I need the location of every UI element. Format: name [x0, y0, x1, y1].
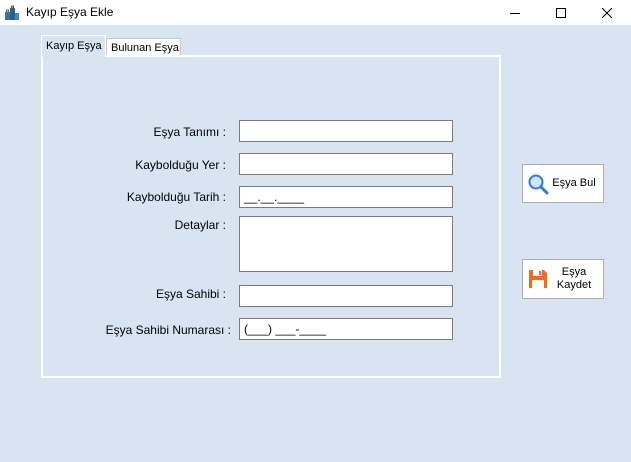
detaylar-textarea[interactable] [239, 216, 453, 272]
title-bar: Kayıp Eşya Ekle [0, 0, 631, 25]
kayboldugu-tarih-label: Kaybolduğu Tarih : [126, 190, 226, 204]
floppy-disk-icon [529, 270, 547, 288]
esya-kaydet-button[interactable]: Eşya Kaydet [522, 259, 604, 299]
close-icon [602, 7, 612, 18]
esya-bul-button[interactable]: Eşya Bul [522, 164, 604, 203]
kayboldugu-tarih-input[interactable] [239, 186, 453, 208]
esya-tanimi-label: Eşya Tanımı : [153, 125, 226, 139]
kayboldugu-yer-label: Kaybolduğu Yer : [135, 158, 226, 172]
esya-tanimi-input[interactable] [239, 120, 453, 142]
esya-bul-label: Eşya Bul [552, 177, 596, 189]
esya-sahibi-numarasi-label: Eşya Sahibi Numarası : [105, 323, 231, 337]
luggage-icon [5, 5, 19, 20]
magnifier-icon [528, 174, 549, 194]
minimize-button[interactable] [492, 0, 538, 25]
tab-bulunan-esya[interactable]: Bulunan Eşya [106, 38, 181, 56]
esya-sahibi-numarasi-input[interactable] [239, 318, 453, 340]
kayboldugu-yer-input[interactable] [239, 153, 453, 175]
detaylar-label: Detaylar : [174, 218, 226, 232]
minimize-icon [510, 12, 520, 14]
close-button[interactable] [584, 0, 630, 25]
tab-kayip-esya[interactable]: Kayıp Eşya [41, 35, 106, 57]
window-title: Kayıp Eşya Ekle [26, 5, 114, 19]
maximize-button[interactable] [538, 0, 584, 25]
esya-kaydet-label: Eşya Kaydet [556, 266, 592, 291]
maximize-icon [556, 7, 566, 18]
esya-sahibi-input[interactable] [239, 285, 453, 307]
esya-sahibi-label: Eşya Sahibi : [155, 287, 226, 301]
